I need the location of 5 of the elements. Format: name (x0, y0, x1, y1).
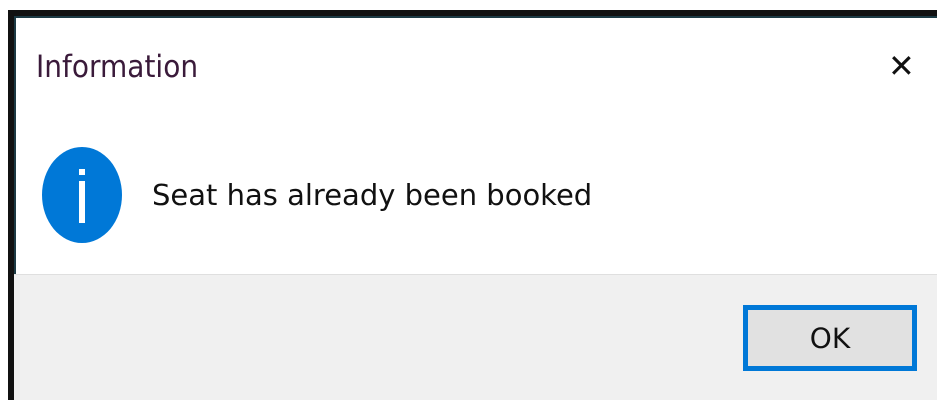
info-icon (42, 147, 122, 243)
message-text: Seat has already been booked (152, 178, 592, 212)
window-title: Information (36, 48, 198, 84)
ok-button[interactable]: OK (743, 305, 917, 371)
close-button[interactable]: ✕ (884, 47, 919, 85)
